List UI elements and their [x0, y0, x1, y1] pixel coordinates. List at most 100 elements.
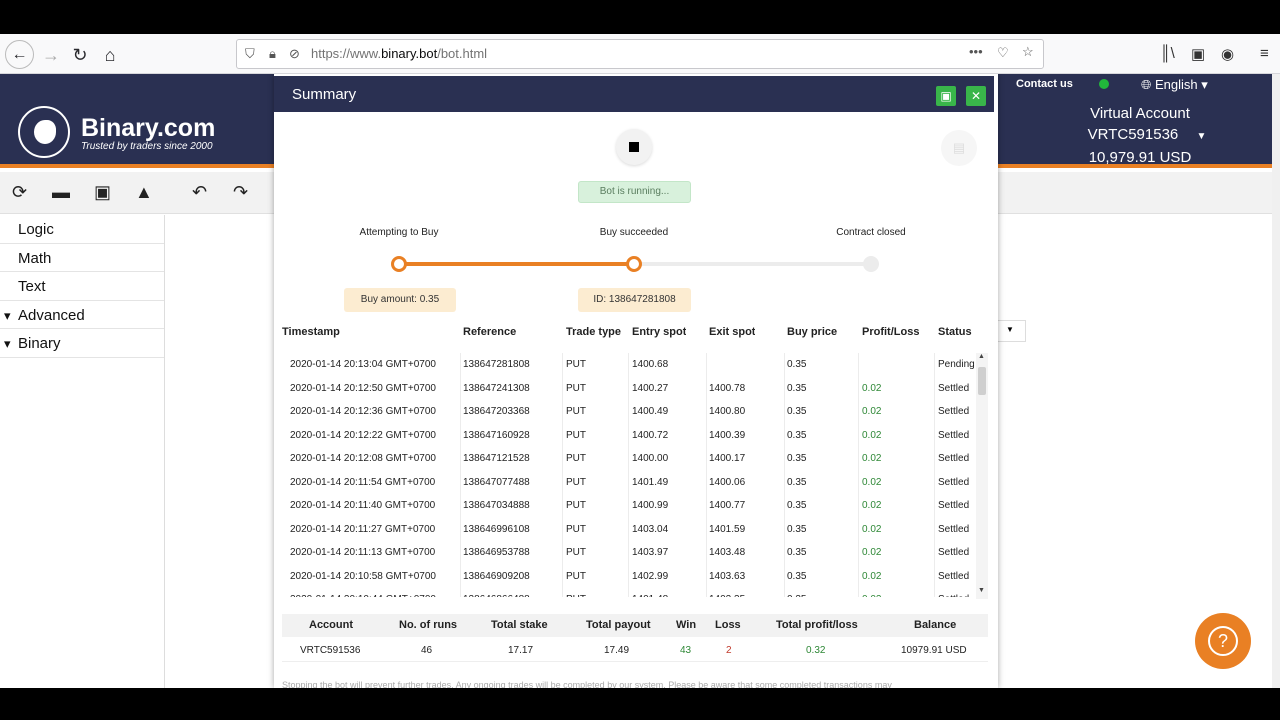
sidebar-item-logic[interactable]: Logic	[0, 215, 164, 244]
cell-divider	[858, 541, 859, 565]
cell-divider	[858, 447, 859, 471]
background-dropdown[interactable]: ▼	[994, 320, 1026, 342]
help-icon: ?	[1208, 626, 1238, 656]
progress-fill	[398, 262, 635, 266]
sidebar-item-binary[interactable]: Binary	[0, 329, 164, 359]
col-buy-price: Buy price	[787, 326, 838, 338]
cell-entry-spot: 1401.49	[632, 476, 669, 488]
table-row: 2020-01-14 20:10:58 GMT+0700 138646909208…	[282, 564, 980, 588]
pocket-icon[interactable]: ♡	[997, 45, 1009, 61]
save-icon[interactable]: ▣	[936, 86, 956, 106]
cell-buy-price: 0.35	[787, 523, 807, 535]
table-scrollbar[interactable]: ▲ ▼	[976, 353, 988, 599]
language-selector[interactable]: 🌐︎ English ▾	[1141, 77, 1208, 93]
cell-status: Settled	[938, 429, 970, 441]
redo-icon[interactable]: ↷	[233, 182, 248, 203]
save-icon[interactable]: ▣	[94, 182, 111, 203]
brand-tagline: Trusted by traders since 2000	[81, 141, 213, 152]
buy-amount-info: Buy amount: 0.35	[344, 288, 456, 312]
help-button[interactable]: ?	[1195, 613, 1251, 669]
cell-divider	[858, 353, 859, 377]
url-text[interactable]: https://www.binary.bot/bot.html	[311, 46, 487, 61]
drive-icon[interactable]: ▲	[135, 182, 153, 203]
cell-divider	[460, 423, 461, 447]
refresh-icon[interactable]: ⟳	[12, 182, 27, 203]
cell-divider	[858, 376, 859, 400]
more-icon[interactable]: •••	[969, 44, 983, 59]
cell-trade-type: PUT	[566, 588, 586, 597]
cell-timestamp: 2020-01-14 20:10:58 GMT+0700	[290, 570, 436, 582]
reload-icon[interactable]: ↻	[67, 42, 93, 68]
scroll-thumb[interactable]	[978, 367, 986, 395]
sidebar-icon[interactable]: ▣	[1191, 45, 1205, 63]
cell-entry-spot: 1400.99	[632, 500, 669, 511]
summary-row: VRTC591536 46 17.17 17.49 43 2 0.32 1097…	[282, 638, 988, 662]
account-switcher[interactable]: Virtual Account VRTC591536 ▼ 10,979.91 U…	[1060, 103, 1220, 168]
library-icon[interactable]: ║\	[1160, 45, 1175, 62]
sidebar-item-text[interactable]: Text	[0, 272, 164, 301]
table-row: 2020-01-14 20:12:08 GMT+0700 138647121528…	[282, 447, 980, 471]
cell-divider	[460, 376, 461, 400]
cell-divider	[628, 353, 629, 377]
globe-icon: 🌐︎	[1141, 77, 1156, 92]
close-icon[interactable]: ✕	[966, 86, 986, 106]
sidebar-item-math[interactable]: Math	[0, 244, 164, 273]
step-attempting-buy: Attempting to Buy	[359, 227, 439, 238]
page: Contact us 🌐︎ English ▾ Binary.com Trust…	[0, 74, 1272, 688]
cell-exit-spot: 1400.78	[709, 382, 746, 394]
star-icon[interactable]: ☆	[1022, 44, 1034, 60]
cell-divider	[628, 564, 629, 588]
cell-status: Settled	[938, 588, 978, 597]
cell-divider	[706, 400, 707, 424]
cell-trade-type: PUT	[566, 476, 586, 488]
trash-icon[interactable]: ▤	[941, 130, 977, 166]
cell-timestamp: 2020-01-14 20:10:44 GMT+0700	[290, 588, 436, 597]
shield-icon[interactable]: ⛉	[245, 46, 255, 62]
stop-button[interactable]	[616, 129, 652, 165]
folder-icon[interactable]: ▬	[52, 182, 70, 203]
forward-icon[interactable]: →	[38, 42, 64, 68]
menu-icon[interactable]: ≡	[1260, 45, 1269, 62]
cell-divider	[460, 564, 461, 588]
sidebar-item-advanced[interactable]: Advanced	[0, 301, 164, 330]
cell-profit-loss: 0.02	[862, 453, 882, 464]
cell-divider	[628, 447, 629, 471]
contract-id-info: ID: 138647281808	[578, 288, 691, 312]
cell-divider	[784, 517, 785, 541]
account-icon[interactable]: ◉	[1221, 45, 1234, 63]
home-icon[interactable]: ⌂	[97, 42, 123, 68]
cell-trade-type: PUT	[566, 406, 586, 417]
cell-divider	[460, 517, 461, 541]
undo-icon[interactable]: ↶	[192, 182, 207, 203]
back-icon[interactable]: ←	[5, 40, 34, 69]
cell-status: Settled	[938, 547, 970, 558]
col-trade-type: Trade type	[566, 326, 622, 338]
sum-payout: 17.49	[604, 645, 630, 656]
contact-link[interactable]: Contact us	[1016, 78, 1073, 90]
cell-exit-spot: 1400.06	[709, 476, 746, 488]
lock-icon[interactable]: 🔒︎	[269, 46, 276, 62]
screen: ← → ↻ ⌂ ⛉ 🔒︎ ⊘ https://www.binary.bot/bo…	[0, 0, 1280, 720]
cell-exit-spot: 1402.35	[709, 588, 745, 597]
cell-status: Settled	[938, 476, 970, 488]
cell-divider	[934, 588, 935, 597]
step-node-2	[626, 256, 642, 272]
cell-trade-type: PUT	[566, 382, 586, 394]
col-entry-spot: Entry spot	[632, 326, 687, 338]
cell-divider	[934, 400, 935, 424]
table-row: 2020-01-14 20:12:22 GMT+0700 138647160928…	[282, 423, 980, 447]
cell-timestamp: 2020-01-14 20:11:13 GMT+0700	[290, 547, 436, 558]
scroll-up-icon[interactable]: ▲	[978, 353, 985, 360]
cell-divider	[934, 470, 935, 494]
cell-status: Settled	[938, 453, 970, 464]
permissions-icon[interactable]: ⊘	[289, 46, 300, 62]
url-bar[interactable]: ⛉ 🔒︎ ⊘ https://www.binary.bot/bot.html •…	[236, 39, 1044, 69]
scroll-down-icon[interactable]: ▼	[978, 587, 985, 594]
cell-divider	[784, 588, 785, 597]
cell-divider	[858, 588, 859, 597]
cell-reference: 138647034888	[463, 500, 530, 511]
page-scrollbar[interactable]	[1272, 74, 1280, 688]
cell-exit-spot: 1400.80	[709, 406, 746, 417]
table-row: 2020-01-14 20:10:44 GMT+0700 138646866488…	[282, 588, 980, 597]
cell-divider	[706, 494, 707, 518]
